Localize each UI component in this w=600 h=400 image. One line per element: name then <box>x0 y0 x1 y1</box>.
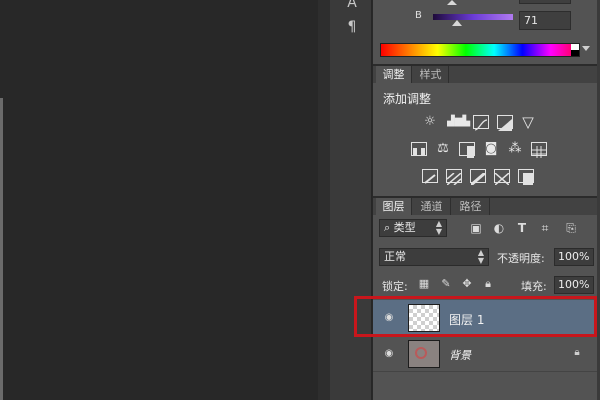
lock-all-icon[interactable]: 🔒︎ <box>481 277 495 291</box>
opacity-input[interactable]: 100% <box>554 248 594 266</box>
tab-channels[interactable]: 通道 <box>413 198 451 215</box>
blue-channel-slider[interactable] <box>433 14 513 20</box>
select-arrows-icon: ▲ ▼ <box>477 248 484 265</box>
layers-tabbar: 图层 通道 路径 <box>373 198 600 215</box>
photoshop-window: A ¶ B 71 调整 样式 添加调整 ☼ ▟▆▙ ▽ ⚖ ◙ ⁂ 图层 通道 … <box>0 0 600 400</box>
panel-dock-gap <box>318 0 330 400</box>
opacity-label: 不透明度: <box>497 252 545 265</box>
exposure-icon[interactable] <box>497 115 513 131</box>
black-white-icon[interactable] <box>459 142 475 158</box>
select-arrows-icon: ▲ ▼ <box>435 219 442 236</box>
image-filter-icon[interactable]: ▣ <box>468 220 484 236</box>
smart-object-filter-icon[interactable]: ⎘ <box>563 220 579 236</box>
slider-thumb-previous[interactable] <box>447 0 457 5</box>
photo-filter-icon[interactable]: ◙ <box>483 141 499 157</box>
lock-transparency-icon[interactable]: ▦ <box>417 277 431 291</box>
color-panel: B 71 <box>373 0 600 64</box>
lock-position-icon[interactable]: ✥ <box>460 277 474 291</box>
background-thumbnail <box>408 340 440 368</box>
visibility-eye-icon[interactable]: ◉ <box>383 348 395 360</box>
document-canvas-area[interactable] <box>0 0 318 400</box>
type-filter-icon[interactable]: T <box>514 220 530 236</box>
blue-slider-thumb[interactable] <box>452 20 462 26</box>
collapsed-panel-strip: A ¶ <box>330 0 372 400</box>
panel-menu-icon[interactable] <box>582 46 590 51</box>
paragraph-icon[interactable]: ¶ <box>343 18 361 36</box>
layer-filter-kind: 类型 <box>393 221 416 234</box>
channel-mixer-icon[interactable]: ⁂ <box>507 141 523 157</box>
levels-icon[interactable]: ▟▆▙ <box>447 114 470 130</box>
adjustments-tabbar: 调整 样式 <box>373 66 600 83</box>
right-panels: B 71 调整 样式 添加调整 ☼ ▟▆▙ ▽ ⚖ ◙ ⁂ 图层 通道 路径 ⌕… <box>373 0 600 400</box>
tab-layers[interactable]: 图层 <box>376 198 412 215</box>
blue-channel-input[interactable]: 71 <box>519 11 571 30</box>
adjustment-filter-icon[interactable]: ◐ <box>491 220 507 236</box>
lock-label: 锁定: <box>382 280 408 293</box>
thumbnail-motif <box>415 347 427 359</box>
curves-icon[interactable] <box>473 115 489 131</box>
canvas-edge <box>0 98 3 400</box>
selective-color-icon[interactable] <box>494 169 510 186</box>
add-adjustment-title: 添加调整 <box>383 92 432 106</box>
gradient-triangle-icon[interactable]: ▽ <box>520 114 536 130</box>
lock-pixels-icon[interactable]: ✎ <box>439 277 453 291</box>
character-panel-icon[interactable]: A <box>343 0 361 12</box>
shape-filter-icon[interactable]: ⌗ <box>537 220 553 236</box>
color-spectrum-bar[interactable] <box>380 43 580 57</box>
vibrance-icon[interactable] <box>411 142 427 156</box>
fill-label: 填充: <box>521 280 547 293</box>
tab-paths[interactable]: 路径 <box>452 198 490 215</box>
posterize-icon[interactable] <box>446 169 462 186</box>
selection-highlight-box <box>354 296 597 337</box>
channel-label: B <box>415 10 422 21</box>
threshold-icon[interactable] <box>470 169 486 187</box>
layer-filter-select[interactable]: ⌕ 类型 ▲ ▼ <box>379 219 447 237</box>
layer-name[interactable]: 背景 <box>449 347 471 363</box>
invert-icon[interactable] <box>422 169 438 184</box>
search-icon: ⌕ <box>384 221 394 234</box>
lock-icon: 🔒︎ <box>574 347 580 358</box>
tab-styles[interactable]: 样式 <box>413 66 449 83</box>
channel-value-previous[interactable] <box>519 0 571 4</box>
balance-icon[interactable]: ⚖ <box>435 141 451 157</box>
lookup-grid-icon[interactable] <box>531 142 547 158</box>
blend-mode-value: 正常 <box>384 250 406 263</box>
fill-input[interactable]: 100% <box>554 276 594 294</box>
gradient-map-icon[interactable] <box>518 169 534 185</box>
blend-mode-select[interactable]: 正常 ▲ ▼ <box>379 248 489 266</box>
black-white-swatch[interactable] <box>571 44 579 56</box>
brightness-icon[interactable]: ☼ <box>422 114 438 130</box>
layer-row-background[interactable]: ◉ 背景 🔒︎ <box>373 336 600 372</box>
tab-adjustments[interactable]: 调整 <box>376 66 412 83</box>
